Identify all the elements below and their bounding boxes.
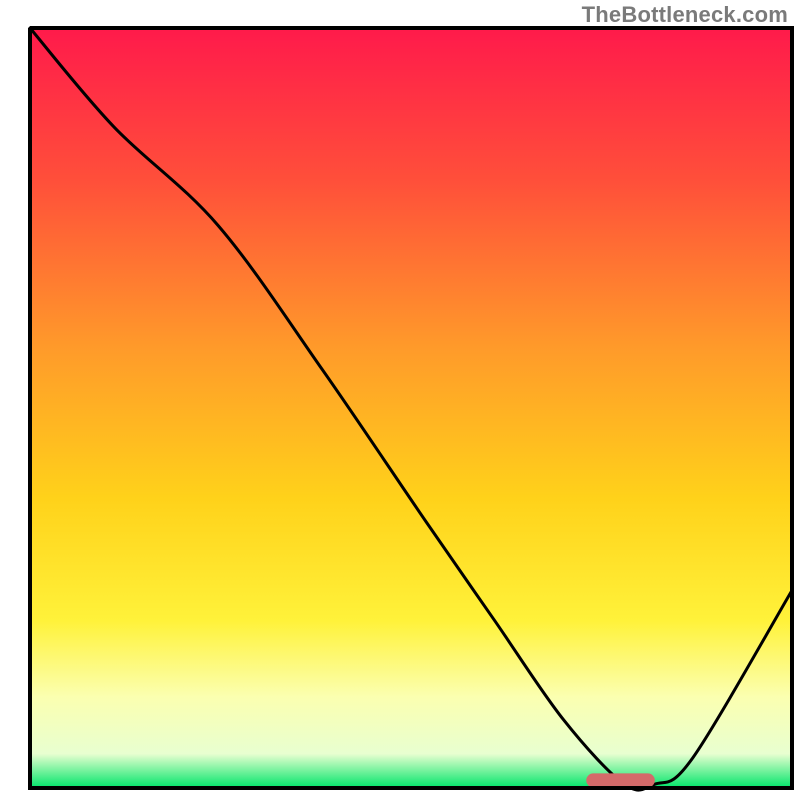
watermark-text: TheBottleneck.com xyxy=(582,2,788,28)
chart-background xyxy=(30,28,792,788)
bottleneck-chart xyxy=(0,0,800,800)
optimal-range-marker xyxy=(586,773,655,787)
chart-container: TheBottleneck.com xyxy=(0,0,800,800)
